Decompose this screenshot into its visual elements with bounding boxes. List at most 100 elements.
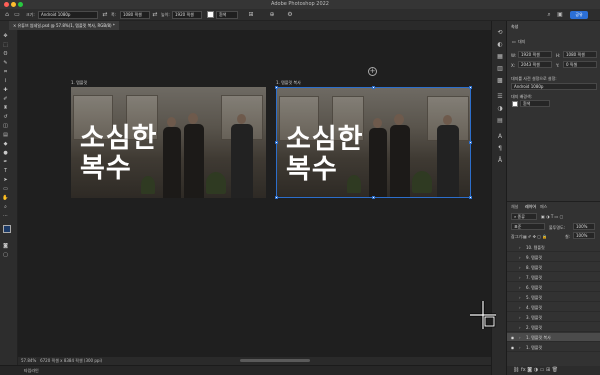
- color-icon[interactable]: ◐: [496, 41, 504, 49]
- layer-filter-select[interactable]: ⌕ 종류: [511, 213, 537, 220]
- crop-tool-icon[interactable]: ⌗: [2, 69, 9, 76]
- delete-layer-icon[interactable]: 🗑: [552, 367, 558, 373]
- preset-select[interactable]: Android 1080p: [38, 11, 98, 19]
- lock-icons[interactable]: ▦ ✐ ✥ ▢ 🔒: [523, 234, 547, 239]
- adjustments-icon[interactable]: ◑: [496, 105, 504, 113]
- transform-handle[interactable]: [275, 141, 278, 144]
- shape-tool-icon[interactable]: ▭: [2, 186, 9, 193]
- visibility-eye-icon[interactable]: ◉: [510, 343, 515, 352]
- glyphs-icon[interactable]: Å: [496, 157, 504, 165]
- expand-chevron-icon[interactable]: ›: [519, 323, 521, 332]
- zoom-tool-icon[interactable]: ⌕: [2, 204, 9, 211]
- link-layers-icon[interactable]: ⛓: [513, 367, 521, 373]
- layer-row[interactable]: › 2. 템플릿: [507, 323, 600, 332]
- gradient-tool-icon[interactable]: ▤: [2, 132, 9, 139]
- transform-handle[interactable]: [372, 196, 375, 199]
- dodge-tool-icon[interactable]: ●: [2, 150, 9, 157]
- artboard-height-field[interactable]: 1080 픽셀: [563, 51, 597, 58]
- expand-chevron-icon[interactable]: ›: [519, 293, 521, 302]
- artboard-bg-select[interactable]: 흰색: [520, 100, 550, 107]
- properties-title[interactable]: 속성: [511, 24, 518, 30]
- screen-mode-icon[interactable]: ▢: [2, 252, 9, 259]
- path-select-tool-icon[interactable]: ➤: [2, 177, 9, 184]
- eraser-tool-icon[interactable]: ◫: [2, 123, 9, 130]
- visibility-eye-icon[interactable]: [510, 323, 515, 332]
- timeline-tab[interactable]: 타임라인: [24, 368, 39, 373]
- swap-dimensions-icon[interactable]: ⇄: [151, 11, 159, 19]
- marquee-tool-icon[interactable]: ⬚: [2, 42, 9, 49]
- expand-chevron-icon[interactable]: ›: [519, 263, 521, 272]
- make-artboard-icon[interactable]: ⊞: [247, 11, 255, 19]
- visibility-eye-icon[interactable]: [510, 313, 515, 322]
- artboard-x-field[interactable]: 2043 픽셀: [518, 61, 552, 68]
- opacity-field[interactable]: 100%: [573, 223, 595, 230]
- add-artboard-above-icon[interactable]: +: [368, 67, 377, 76]
- swap-orientation-icon[interactable]: ⇄: [101, 11, 109, 19]
- expand-chevron-icon[interactable]: ›: [519, 303, 521, 312]
- document-info[interactable]: 6720 픽셀 x 8384 픽셀 (300 ppi): [40, 358, 102, 363]
- document-tab[interactable]: × 유튜브 썸네일.psd @ 57.8%(1, 탬플릿 복사, RGB/8) …: [9, 21, 119, 30]
- layer-row[interactable]: › 8. 템플릿: [507, 263, 600, 272]
- paths-tab[interactable]: 패스: [540, 204, 547, 210]
- expand-chevron-icon[interactable]: ›: [519, 253, 521, 262]
- layer-row[interactable]: ◉ › 1. 템플릿 복사: [507, 333, 600, 342]
- layer-row[interactable]: › 7. 템플릿: [507, 273, 600, 282]
- expand-chevron-icon[interactable]: ›: [519, 283, 521, 292]
- canvas-area[interactable]: 1. 탬플릿 소심한 복수 1. 템플릿 복사 + 소심한 복수: [18, 30, 491, 357]
- brush-tool-icon[interactable]: ✐: [2, 96, 9, 103]
- visibility-eye-icon[interactable]: ◉: [510, 333, 515, 342]
- expand-chevron-icon[interactable]: ›: [519, 243, 521, 252]
- width-field[interactable]: 1080 픽셀: [120, 11, 150, 19]
- lasso-tool-icon[interactable]: ʘ: [2, 51, 9, 58]
- paragraph-icon[interactable]: ¶: [496, 145, 504, 153]
- properties-icon[interactable]: ☰: [496, 93, 504, 101]
- more-tools-icon[interactable]: ⋯: [2, 213, 9, 220]
- add-artboard-icon[interactable]: ⊕: [268, 11, 276, 19]
- artboard-y-field[interactable]: 0 픽셀: [563, 61, 597, 68]
- visibility-eye-icon[interactable]: [510, 263, 515, 272]
- blur-tool-icon[interactable]: ◆: [2, 141, 9, 148]
- blend-mode-select[interactable]: 표준: [511, 223, 545, 230]
- transform-handle[interactable]: [469, 196, 472, 199]
- transform-handle[interactable]: [469, 141, 472, 144]
- libraries-icon[interactable]: ▤: [496, 117, 504, 125]
- workspace-icon[interactable]: ▣: [556, 11, 564, 19]
- eyedropper-tool-icon[interactable]: ⌇: [2, 78, 9, 85]
- transform-handle[interactable]: [275, 86, 278, 89]
- layers-tab[interactable]: 레이어: [525, 204, 536, 210]
- layer-row[interactable]: › 5. 템플릿: [507, 293, 600, 302]
- expand-chevron-icon[interactable]: ›: [519, 313, 521, 322]
- layer-filter-icons[interactable]: ▣ ◑ T ▭ ▢: [541, 214, 563, 219]
- artboard-color-select[interactable]: 흰색: [216, 11, 238, 19]
- pen-tool-icon[interactable]: ✒: [2, 159, 9, 166]
- visibility-eye-icon[interactable]: [510, 303, 515, 312]
- healing-brush-tool-icon[interactable]: ✚: [2, 87, 9, 94]
- transform-handle[interactable]: [372, 86, 375, 89]
- quick-mask-icon[interactable]: ◙: [2, 243, 9, 250]
- artboard-label[interactable]: 1. 탬플릿: [71, 80, 87, 86]
- expand-chevron-icon[interactable]: ›: [519, 273, 521, 282]
- artboard-width-field[interactable]: 1920 픽셀: [518, 51, 552, 58]
- history-icon[interactable]: ⟲: [496, 29, 504, 37]
- settings-gear-icon[interactable]: ⚙: [286, 11, 294, 19]
- fill-field[interactable]: 100%: [573, 232, 595, 239]
- home-icon[interactable]: ⌂: [3, 11, 11, 19]
- visibility-eye-icon[interactable]: [510, 273, 515, 282]
- artboard-tool-icon[interactable]: ▭: [13, 11, 21, 19]
- artboard-preset-select[interactable]: Android 1080p: [511, 83, 597, 90]
- height-field[interactable]: 1920 픽셀: [172, 11, 202, 19]
- character-icon[interactable]: A: [496, 133, 504, 141]
- zoom-level[interactable]: 57.84%: [21, 358, 36, 363]
- layer-row[interactable]: › 6. 템플릿: [507, 283, 600, 292]
- history-brush-tool-icon[interactable]: ↺: [2, 114, 9, 121]
- gradients-icon[interactable]: ▥: [496, 65, 504, 73]
- artboard-selected[interactable]: 소심한 복수: [276, 87, 471, 198]
- layer-row[interactable]: ◉ › 1. 템플릿: [507, 343, 600, 352]
- hand-tool-icon[interactable]: ✋: [2, 195, 9, 202]
- share-button[interactable]: 공유: [570, 11, 588, 19]
- transform-handle[interactable]: [275, 196, 278, 199]
- layer-row[interactable]: › 3. 템플릿: [507, 313, 600, 322]
- artboard-label[interactable]: 1. 템플릿 복사: [276, 80, 301, 86]
- quick-select-tool-icon[interactable]: ✎: [2, 60, 9, 67]
- visibility-eye-icon[interactable]: [510, 293, 515, 302]
